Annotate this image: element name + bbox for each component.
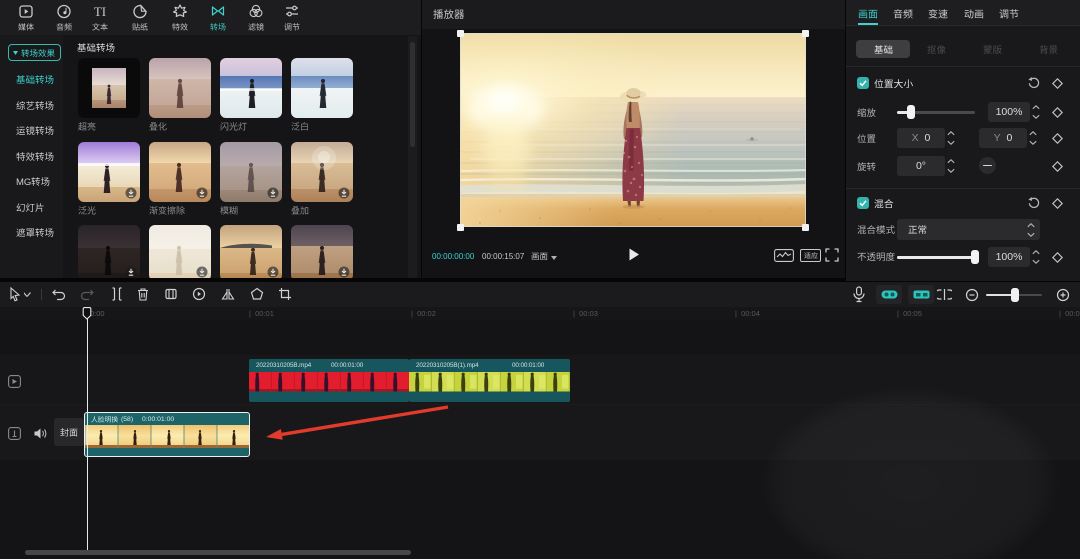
svg-text:TI: TI	[94, 4, 106, 19]
